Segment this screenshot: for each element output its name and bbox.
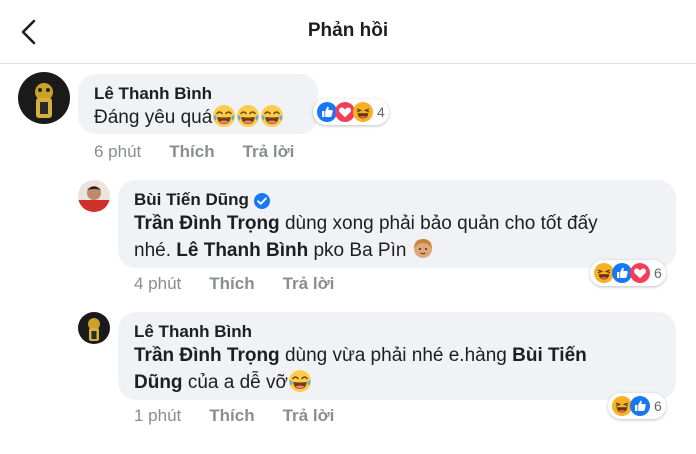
comment-time: 6 phút	[94, 142, 142, 161]
comment-time: 1 phút	[134, 406, 182, 425]
avatar[interactable]	[78, 180, 110, 212]
like-icon	[317, 102, 337, 122]
haha-icon	[594, 263, 614, 283]
reaction-summary[interactable]: 6	[608, 393, 666, 419]
comment-author[interactable]: Bùi Tiến Dũng	[134, 190, 271, 210]
reply-button[interactable]: Trả lời	[283, 274, 335, 294]
mention[interactable]: Dũng	[134, 372, 183, 393]
reply-button[interactable]: Trả lời	[283, 406, 335, 426]
haha-icon	[612, 396, 632, 416]
comment-meta: 4 phút Thích Trả lời	[134, 274, 362, 294]
reply-button[interactable]: Trả lời	[243, 142, 295, 162]
laughing-emoji-icon	[236, 104, 260, 128]
comment-text: Trần Đình Trọng dùng xong phải bảo quản …	[134, 213, 598, 261]
laughing-emoji-icon	[260, 104, 284, 128]
mention[interactable]: Trần Đình Trọng	[134, 213, 280, 234]
like-button[interactable]: Thích	[169, 142, 214, 162]
like-icon	[630, 396, 650, 416]
reaction-summary[interactable]: 4	[313, 99, 389, 125]
comment-meta: 6 phút Thích Trả lời	[94, 142, 322, 162]
haha-icon	[353, 102, 373, 122]
avatar-image	[78, 312, 110, 344]
like-icon	[612, 263, 632, 283]
laughing-emoji-icon	[288, 369, 312, 393]
reaction-count: 4	[377, 104, 385, 120]
mention[interactable]: Trần Đình Trọng	[134, 345, 280, 366]
reaction-summary[interactable]: 6	[590, 260, 666, 286]
like-button[interactable]: Thích	[209, 274, 254, 294]
comment-author[interactable]: Lê Thanh Bình	[134, 322, 252, 342]
like-button[interactable]: Thích	[209, 406, 254, 426]
avatar-image	[78, 180, 110, 212]
love-icon	[630, 263, 650, 283]
reaction-count: 6	[654, 398, 662, 414]
laughing-emoji-icon	[212, 104, 236, 128]
comment-meta: 1 phút Thích Trả lời	[134, 406, 362, 426]
comment-text: Đáng yêu quá	[94, 104, 284, 131]
avatar[interactable]	[18, 72, 70, 124]
comment-author[interactable]: Lê Thanh Bình	[94, 84, 212, 104]
avatar-image	[18, 72, 70, 124]
reaction-count: 6	[654, 265, 662, 281]
mention[interactable]: Bùi Tiến	[512, 345, 587, 366]
comment-text: Trần Đình Trọng dùng vừa phải nhé e.hàng…	[134, 345, 587, 393]
comment-time: 4 phút	[134, 274, 182, 293]
love-icon	[335, 102, 355, 122]
person-emoji-icon	[413, 239, 432, 258]
page-title: Phản hồi	[307, 20, 389, 41]
mention[interactable]: Lê Thanh Bình	[176, 240, 308, 261]
avatar[interactable]	[78, 312, 110, 344]
header-bar: Phản hồi	[0, 0, 696, 64]
verified-badge-icon	[253, 192, 270, 209]
